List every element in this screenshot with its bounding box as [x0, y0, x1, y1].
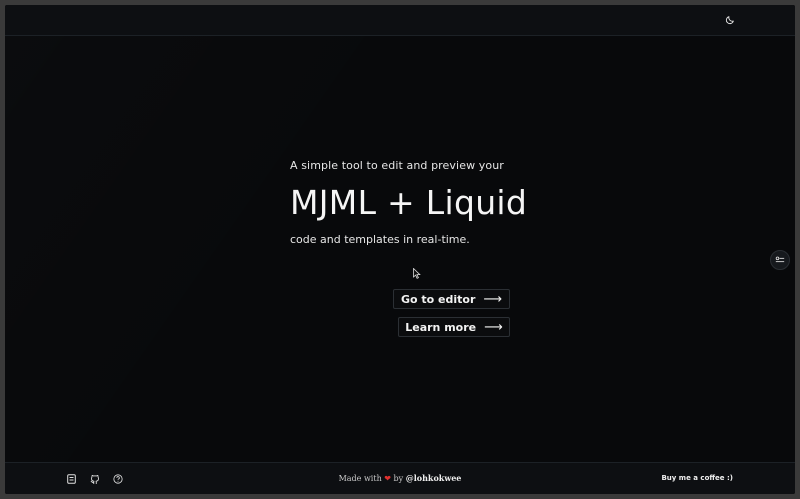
hero-caption: code and templates in real-time.	[290, 233, 470, 246]
go-to-editor-button[interactable]: Go to editor ⟶	[393, 289, 510, 309]
buy-me-a-coffee-link[interactable]: Buy me a coffee :)	[661, 474, 733, 482]
learn-more-button[interactable]: Learn more ⟶	[398, 317, 510, 337]
go-to-editor-label: Go to editor	[400, 292, 476, 306]
app-window: A simple tool to edit and preview your M…	[5, 5, 795, 494]
moon-icon	[725, 16, 734, 25]
footer: Made with ❤ by @lohkokwee Buy me a coffe…	[5, 462, 795, 494]
author-link[interactable]: @lohkokwee	[406, 473, 462, 483]
theme-toggle-button[interactable]	[723, 13, 737, 27]
settings-toggle-button[interactable]	[770, 250, 790, 270]
made-with-text: Made with	[338, 474, 382, 483]
hero-subtitle: A simple tool to edit and preview your	[290, 159, 504, 172]
mouse-cursor-icon	[413, 264, 421, 283]
arrow-right-icon: ⟶	[483, 291, 503, 307]
arrow-right-icon: ⟶	[484, 319, 503, 335]
learn-more-label: Learn more	[405, 320, 477, 334]
hero-headline: MJML + Liquid	[290, 183, 528, 222]
heart-icon: ❤	[384, 474, 391, 483]
hero-content: A simple tool to edit and preview your M…	[290, 159, 550, 246]
hero-section: A simple tool to edit and preview your M…	[5, 36, 795, 462]
settings-toggle-icon	[775, 256, 785, 263]
by-text: by	[393, 474, 404, 483]
top-bar	[5, 5, 795, 36]
